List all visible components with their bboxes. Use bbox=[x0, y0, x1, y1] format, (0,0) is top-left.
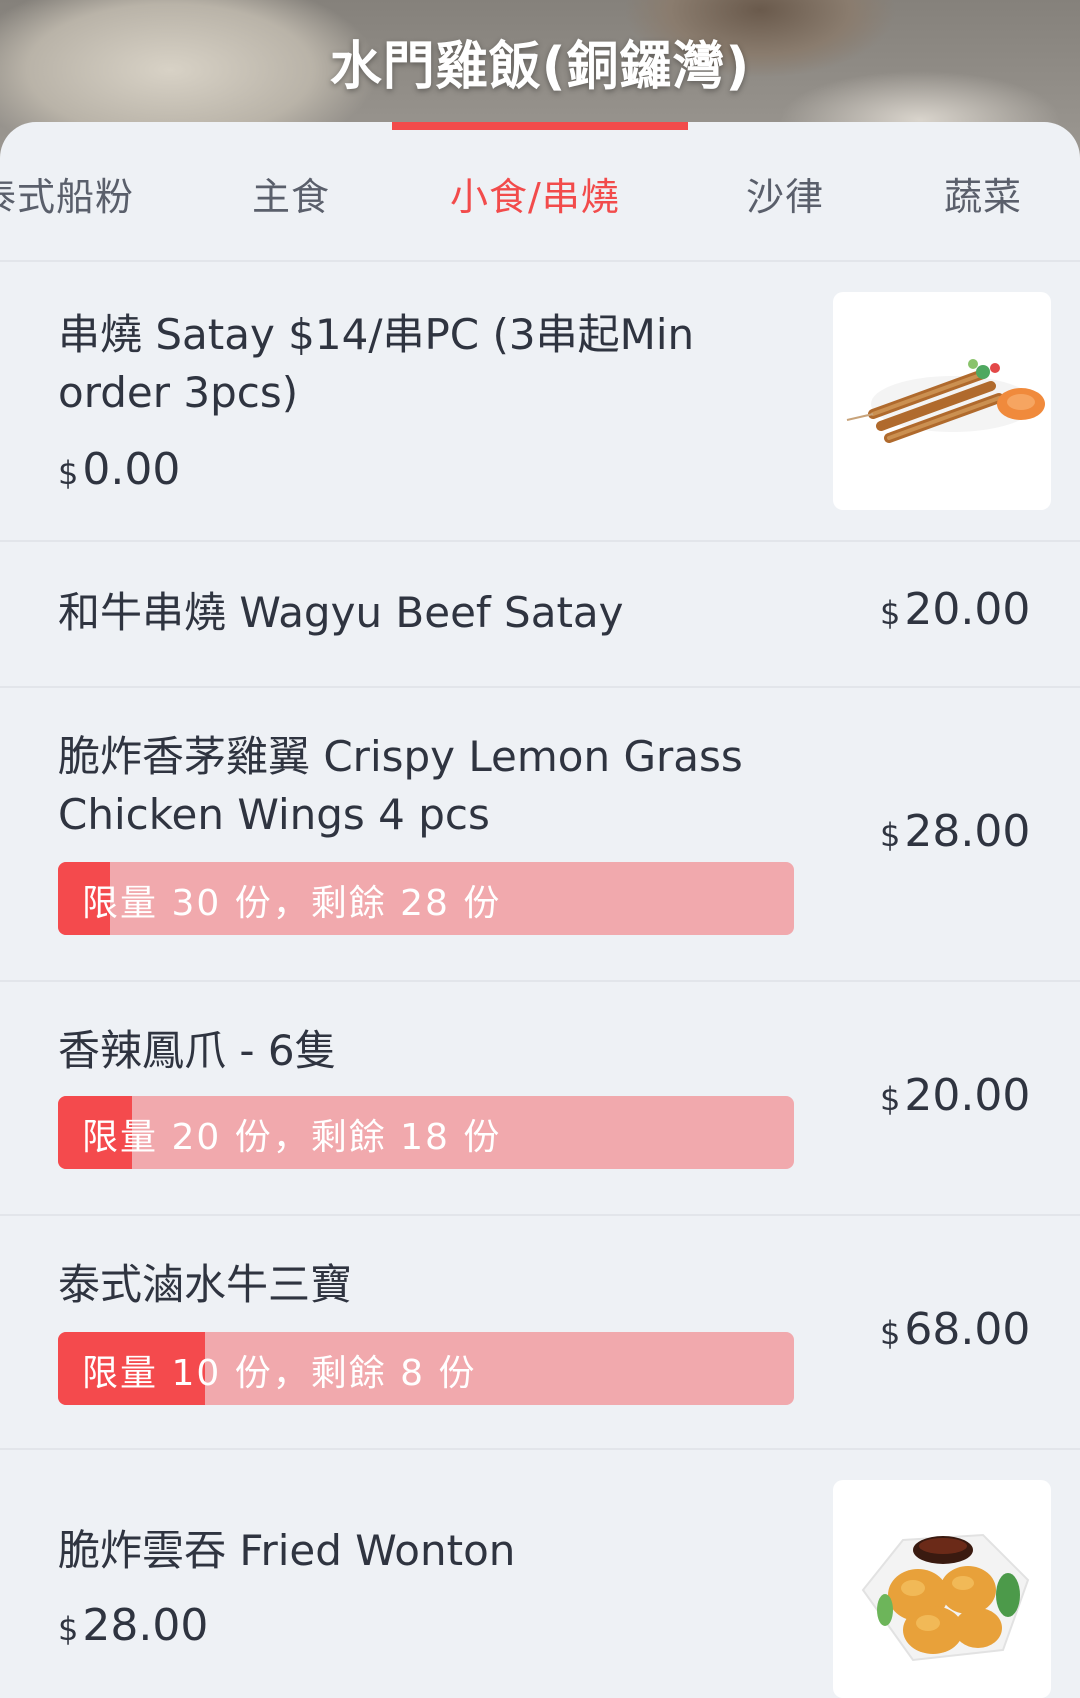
item-price-value: 20.00 bbox=[904, 584, 1031, 635]
currency-symbol: $ bbox=[880, 594, 901, 632]
item-name: 泰式滷水牛三寶 bbox=[58, 1260, 353, 1309]
item-price: $0.00 bbox=[58, 444, 180, 495]
menu-item-fried-wonton[interactable]: 脆炸雲吞 Fried Wonton $28.00 bbox=[0, 1450, 1080, 1698]
item-name: 和牛串燒 Wagyu Beef Satay bbox=[58, 588, 624, 637]
currency-symbol: $ bbox=[880, 1080, 901, 1118]
limit-stock-text: 限量 30 份，剩餘 28 份 bbox=[82, 883, 502, 924]
currency-symbol: $ bbox=[58, 454, 79, 492]
item-name: 串燒 Satay $14/串PC (3串起Min order 3pcs) bbox=[58, 310, 695, 417]
item-price-value: 68.00 bbox=[904, 1304, 1031, 1355]
tab-snacks-skewers[interactable]: 小食/串燒 bbox=[450, 166, 620, 221]
item-price: $68.00 bbox=[880, 1304, 1030, 1355]
limit-stock-bar: 限量 20 份，剩餘 18 份 bbox=[58, 1096, 794, 1169]
item-price: $20.00 bbox=[880, 584, 1030, 635]
item-price: $28.00 bbox=[58, 1600, 208, 1651]
tab-vegetables[interactable]: 蔬菜 bbox=[944, 166, 1022, 221]
tab-thai-boat-noodles[interactable]: 泰式船粉 bbox=[0, 166, 134, 221]
limit-stock-text: 限量 10 份，剩餘 8 份 bbox=[82, 1353, 477, 1394]
satay-skewers-photo bbox=[833, 292, 1051, 510]
limit-stock-text: 限量 20 份，剩餘 18 份 bbox=[82, 1117, 502, 1158]
item-price-value: 20.00 bbox=[904, 1070, 1031, 1121]
item-price-value: 28.00 bbox=[82, 1600, 209, 1651]
item-price-value: 0.00 bbox=[82, 444, 181, 495]
fried-wonton-photo bbox=[833, 1480, 1051, 1698]
limit-stock-bar: 限量 30 份，剩餘 28 份 bbox=[58, 862, 794, 935]
menu-item-braised-beef-trio[interactable]: 泰式滷水牛三寶 限量 10 份，剩餘 8 份 $68.00 bbox=[0, 1216, 1080, 1450]
tab-main-dishes[interactable]: 主食 bbox=[252, 166, 330, 221]
menu-item-wagyu-satay[interactable]: 和牛串燒 Wagyu Beef Satay $20.00 bbox=[0, 542, 1080, 688]
active-tab-indicator bbox=[392, 122, 688, 130]
item-price: $20.00 bbox=[880, 1070, 1030, 1121]
category-tabs: 泰式船粉 主食 小食/串燒 沙律 蔬菜 bbox=[0, 122, 1080, 262]
currency-symbol: $ bbox=[880, 1314, 901, 1352]
store-title: 水門雞飯(銅鑼灣) bbox=[329, 37, 751, 97]
menu-item-chicken-wings[interactable]: 脆炸香茅雞翼 Crispy Lemon Grass Chicken Wings … bbox=[0, 688, 1080, 982]
item-name: 脆炸雲吞 Fried Wonton bbox=[58, 1526, 516, 1575]
item-name: 脆炸香茅雞翼 Crispy Lemon Grass Chicken Wings … bbox=[58, 732, 743, 839]
tab-salad[interactable]: 沙律 bbox=[746, 166, 824, 221]
item-price-value: 28.00 bbox=[904, 806, 1031, 857]
item-name: 香辣鳳爪 - 6隻 bbox=[58, 1026, 337, 1075]
limit-stock-bar: 限量 10 份，剩餘 8 份 bbox=[58, 1332, 794, 1405]
item-price: $28.00 bbox=[880, 806, 1030, 857]
menu-item-satay[interactable]: 串燒 Satay $14/串PC (3串起Min order 3pcs) $0.… bbox=[0, 262, 1080, 542]
currency-symbol: $ bbox=[880, 816, 901, 854]
menu-item-spicy-chicken-feet[interactable]: 香辣鳳爪 - 6隻 限量 20 份，剩餘 18 份 $20.00 bbox=[0, 982, 1080, 1216]
currency-symbol: $ bbox=[58, 1610, 79, 1648]
